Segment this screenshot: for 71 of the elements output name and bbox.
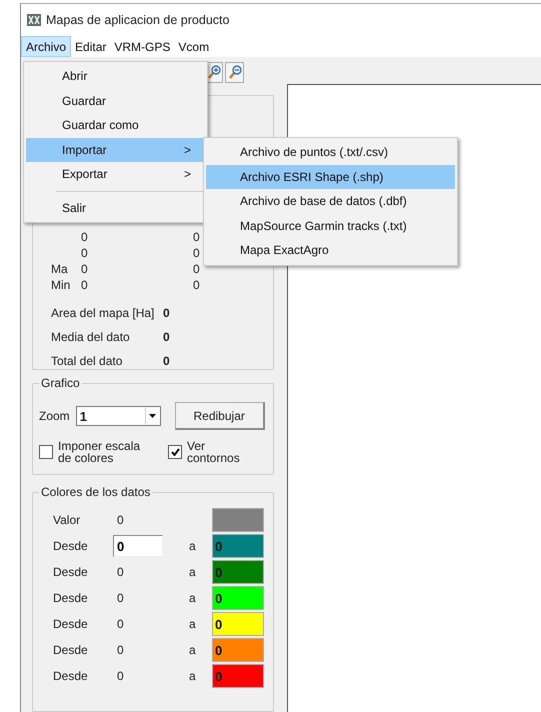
- row-label: Ma: [51, 262, 69, 276]
- color-swatch[interactable]: 0: [212, 534, 264, 558]
- checkbox-box[interactable]: [168, 445, 182, 459]
- menu-item[interactable]: Guardar: [26, 88, 205, 113]
- color-swatch[interactable]: 0: [212, 560, 264, 584]
- menu-item[interactable]: Archivo de base de datos (.dbf): [206, 189, 455, 214]
- group-title: Colores de los datos: [39, 485, 152, 499]
- value-text: 0: [117, 513, 125, 527]
- menu-item[interactable]: Archivo de puntos (.txt/.csv): [206, 140, 455, 164]
- stat-value: 0: [81, 246, 89, 260]
- menu-item[interactable]: MapSource Garmin tracks (.txt): [206, 214, 455, 238]
- checkbox[interactable]: Imponer escala de colores: [39, 440, 154, 464]
- from-value: 0: [117, 669, 125, 683]
- summary-label: Media del dato: [51, 330, 131, 344]
- color-swatch[interactable]: [212, 508, 264, 532]
- menu-item[interactable]: Mapa ExactAgro: [206, 238, 455, 262]
- stat-value: 0: [193, 262, 201, 276]
- from-value: 0: [117, 565, 125, 579]
- stat-value: 0: [81, 230, 89, 244]
- summary-value: 0: [163, 330, 171, 344]
- row-label: Desde: [53, 591, 89, 605]
- from-value: 0: [117, 617, 125, 631]
- checkbox[interactable]: Ver contornos: [168, 440, 247, 464]
- stat-value: 0: [193, 278, 201, 292]
- range-separator: a: [189, 643, 197, 657]
- checkbox-box[interactable]: [39, 445, 53, 459]
- summary-value: 0: [163, 306, 171, 320]
- range-separator: a: [189, 565, 197, 579]
- zoom-out-icon[interactable]: [225, 62, 244, 82]
- menu-item[interactable]: Guardar como: [26, 113, 205, 138]
- row-label: Desde: [53, 565, 89, 579]
- app-icon: [27, 14, 41, 26]
- dropdown-arrow-icon: [149, 414, 156, 418]
- row-label: Desde: [53, 617, 89, 631]
- row-label: Desde: [53, 643, 89, 657]
- menu-item[interactable]: Vcom: [174, 36, 214, 57]
- range-separator: a: [189, 669, 197, 683]
- stat-value: 0: [193, 246, 201, 260]
- from-field[interactable]: 0: [113, 535, 163, 557]
- row-label: Min: [51, 278, 72, 292]
- from-value: 0: [117, 643, 125, 657]
- summary-label: Total del dato: [51, 354, 124, 368]
- window-title: Mapas de aplicacion de producto: [46, 13, 230, 27]
- redraw-button[interactable]: Redibujar: [174, 402, 265, 430]
- menu-item[interactable]: VRM-GPS: [110, 36, 174, 57]
- row-label: Desde: [53, 669, 89, 683]
- color-swatch[interactable]: 0: [212, 612, 264, 636]
- menu-item[interactable]: Salir: [26, 196, 205, 220]
- menu-item[interactable]: Archivo: [21, 36, 72, 57]
- summary-value: 0: [163, 354, 171, 368]
- stat-value: 0: [81, 278, 89, 292]
- range-separator: a: [189, 591, 197, 605]
- zoom-dropdown[interactable]: 1: [76, 406, 161, 426]
- from-value: 0: [117, 591, 125, 605]
- group-title: Grafico: [39, 376, 82, 390]
- menu-item[interactable]: Importar >: [26, 138, 205, 162]
- row-label: Valor: [53, 513, 82, 527]
- menu-item[interactable]: Archivo ESRI Shape (.shp): [206, 164, 455, 189]
- color-swatch[interactable]: 0: [212, 664, 264, 688]
- color-swatch[interactable]: 0: [212, 638, 264, 662]
- row-label: Desde: [53, 539, 89, 553]
- stat-value: 0: [193, 230, 201, 244]
- menu-item[interactable]: Editar: [71, 36, 110, 57]
- zoom-label: Zoom: [39, 409, 70, 423]
- range-separator: a: [189, 539, 197, 553]
- range-separator: a: [189, 617, 197, 631]
- color-swatch[interactable]: 0: [212, 586, 264, 610]
- stat-value: 0: [81, 262, 89, 276]
- summary-label: Area del mapa [Ha]: [51, 306, 156, 320]
- menu-item[interactable]: Abrir: [26, 64, 205, 88]
- menu-item[interactable]: Exportar >: [26, 162, 205, 186]
